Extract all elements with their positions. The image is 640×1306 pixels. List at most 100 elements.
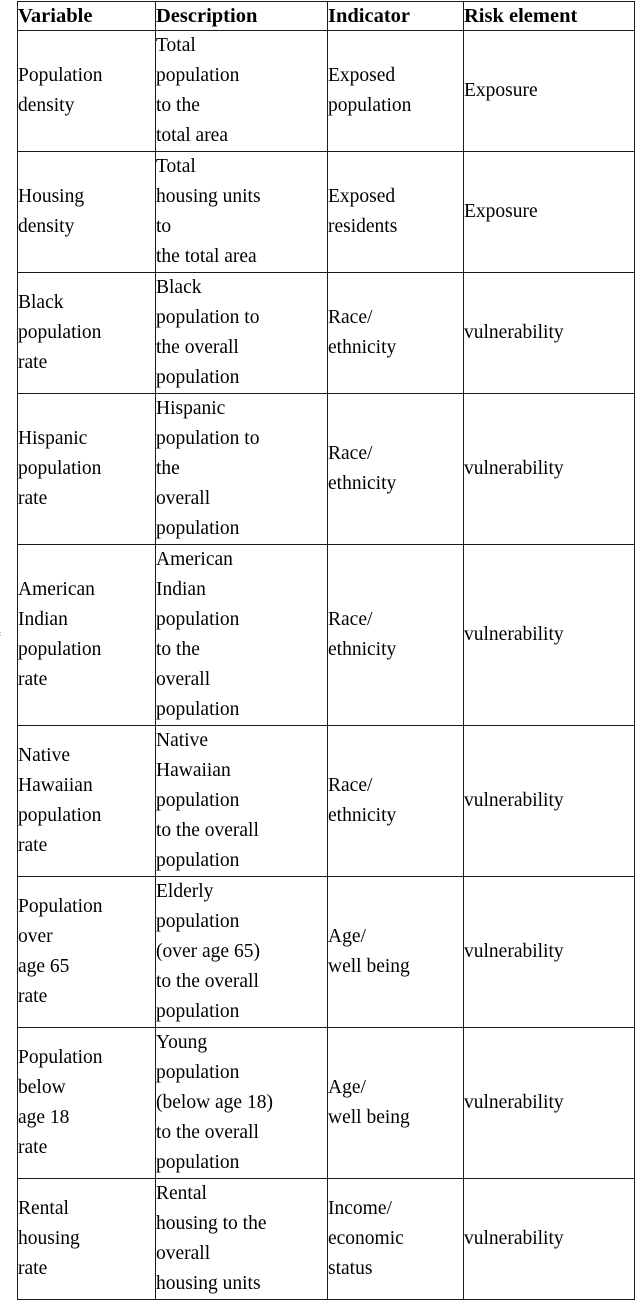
- cell-description: Rental housing to the overall housing units: [155, 1178, 328, 1300]
- cell-risk-element: vulnerability: [463, 1178, 635, 1300]
- cell-variable-line: American: [18, 579, 95, 600]
- cell-variable-line: population: [18, 322, 102, 343]
- cell-description: Total housing units to the total area: [155, 151, 328, 273]
- cell-description: Hispanic population to the overall populatio…: [155, 393, 328, 545]
- cell-risk-element: vulnerability: [463, 272, 635, 394]
- cell-description-lines: Total housing units to the total area: [156, 152, 327, 272]
- cell-variable-lines: Population density: [18, 61, 155, 121]
- cell-risk-element: vulnerability: [463, 544, 635, 726]
- cell-description-line: population: [156, 518, 240, 539]
- cell-indicator-lines: Race/ethnicity: [328, 303, 463, 363]
- cell-risk-element-line: vulnerability: [464, 1092, 564, 1113]
- cell-indicator-line: Race/: [328, 307, 373, 328]
- cell-risk-element-line: vulnerability: [464, 458, 564, 479]
- cell-indicator-line: well being: [328, 956, 410, 977]
- cell-description-lines: Elderly population (over age 65) to the ove…: [156, 877, 327, 1027]
- cell-variable-line: rate: [18, 352, 48, 373]
- cell-variable-line: Native: [18, 745, 70, 766]
- cell-indicator-line: well being: [328, 1107, 410, 1128]
- cell-description-line: population: [156, 609, 240, 630]
- cell-description-line: Native: [156, 730, 208, 751]
- cell-variable-line: age 18: [18, 1107, 70, 1128]
- cell-description-line: to the overall: [156, 820, 259, 841]
- cell-variable-line: population: [18, 805, 102, 826]
- cell-description-line: the total area: [156, 246, 257, 267]
- cell-description-line: Hawaiian: [156, 760, 231, 781]
- cell-description-line: housing to the: [156, 1213, 267, 1234]
- cell-indicator-lines: Exposed population: [328, 61, 463, 121]
- cell-description-line: Elderly: [156, 881, 214, 902]
- cell-variable-line: population: [18, 639, 102, 660]
- table-row: Native Hawaiian population rate Native Hawaii…: [17, 725, 635, 877]
- cell-indicator: Race/ethnicity: [327, 725, 464, 877]
- cell-description-line: (over age 65): [156, 941, 260, 962]
- cell-description-line: Hispanic: [156, 398, 226, 419]
- cell-variable-line: rate: [18, 1137, 48, 1158]
- cell-variable-line: density: [18, 216, 75, 237]
- cell-description-line: population: [156, 699, 240, 720]
- cell-variable-line: rate: [18, 986, 48, 1007]
- margin-stray-glyph: ʻ: [0, 631, 2, 646]
- cell-indicator-line: Exposed: [328, 65, 396, 86]
- cell-risk-element-line: vulnerability: [464, 1228, 564, 1249]
- cell-indicator-lines: Race/ethnicity: [328, 439, 463, 499]
- cell-variable-lines: Black population rate: [18, 288, 155, 378]
- cell-description-lines: Hispanic population to the overall populatio…: [156, 394, 327, 544]
- cell-variable-line: Rental: [18, 1198, 69, 1219]
- cell-variable-line: Population: [18, 65, 103, 86]
- cell-description: Native Hawaiian population to the overall po…: [155, 725, 328, 877]
- cell-risk-element-lines: vulnerability: [464, 1088, 634, 1118]
- cell-description-line: Indian: [156, 579, 206, 600]
- cell-indicator-line: ethnicity: [328, 337, 397, 358]
- cell-description-lines: Total population to the total area: [156, 31, 327, 151]
- cell-risk-element-line: vulnerability: [464, 941, 564, 962]
- cell-description-line: population: [156, 790, 240, 811]
- cell-variable-line: Black: [18, 292, 64, 313]
- cell-risk-element: vulnerability: [463, 1027, 635, 1179]
- table-row: American Indian population rate American Indi…: [17, 544, 635, 726]
- cell-variable: American Indian population rate: [17, 544, 156, 726]
- table-row: Housing density Total housing units to the to…: [17, 151, 635, 273]
- variable-definitions-table: Variable Description Indicator Risk elem…: [17, 1, 635, 1300]
- cell-description-line: population to: [156, 428, 260, 449]
- cell-variable-line: Hawaiian: [18, 775, 93, 796]
- cell-variable-line: rate: [18, 835, 48, 856]
- cell-description-line: to the overall: [156, 971, 259, 992]
- cell-indicator-line: Age/: [328, 1077, 366, 1098]
- cell-variable-lines: Hispanic population rate: [18, 424, 155, 514]
- cell-variable-line: rate: [18, 488, 48, 509]
- cell-description-line: Black: [156, 277, 202, 298]
- cell-indicator-line: residents: [328, 216, 398, 237]
- cell-risk-element: vulnerability: [463, 876, 635, 1028]
- cell-variable-line: density: [18, 95, 75, 116]
- cell-description-line: the: [156, 458, 180, 479]
- cell-variable-line: age 65: [18, 956, 70, 977]
- cell-risk-element-line: Exposure: [464, 201, 538, 222]
- cell-indicator-line: Race/: [328, 609, 373, 630]
- cell-description-line: Young: [156, 1032, 208, 1053]
- cell-indicator-lines: Age/well being: [328, 922, 463, 982]
- cell-variable-line: population: [18, 458, 102, 479]
- cell-indicator: Age/well being: [327, 876, 464, 1028]
- cell-indicator-line: Race/: [328, 443, 373, 464]
- cell-variable-lines: American Indian population rate: [18, 575, 155, 695]
- cell-risk-element-lines: vulnerability: [464, 454, 634, 484]
- cell-description-line: to: [156, 216, 172, 237]
- cell-description-lines: Young population (below age 18) to the over…: [156, 1028, 327, 1178]
- table-row: Black population rate Black population to the…: [17, 272, 635, 394]
- cell-description-lines: American Indian population to the overall pop…: [156, 545, 327, 725]
- cell-indicator-lines: Race/ethnicity: [328, 605, 463, 665]
- cell-variable-lines: Native Hawaiian population rate: [18, 741, 155, 861]
- cell-indicator-lines: Age/well being: [328, 1073, 463, 1133]
- cell-risk-element: Exposure: [463, 151, 635, 273]
- cell-variable-line: below: [18, 1077, 66, 1098]
- cell-indicator: Exposed population: [327, 30, 464, 152]
- cell-variable-lines: Population over age 65 rate: [18, 892, 155, 1012]
- cell-description-line: overall: [156, 1243, 211, 1264]
- cell-description-line: total area: [156, 125, 228, 146]
- column-header-risk-element: Risk element: [463, 1, 635, 31]
- table-row: Population below age 18 rate Young population…: [17, 1027, 635, 1179]
- cell-description-line: (below age 18): [156, 1092, 273, 1113]
- cell-description-line: to the overall: [156, 1122, 259, 1143]
- cell-indicator: Income/economic status: [327, 1178, 464, 1300]
